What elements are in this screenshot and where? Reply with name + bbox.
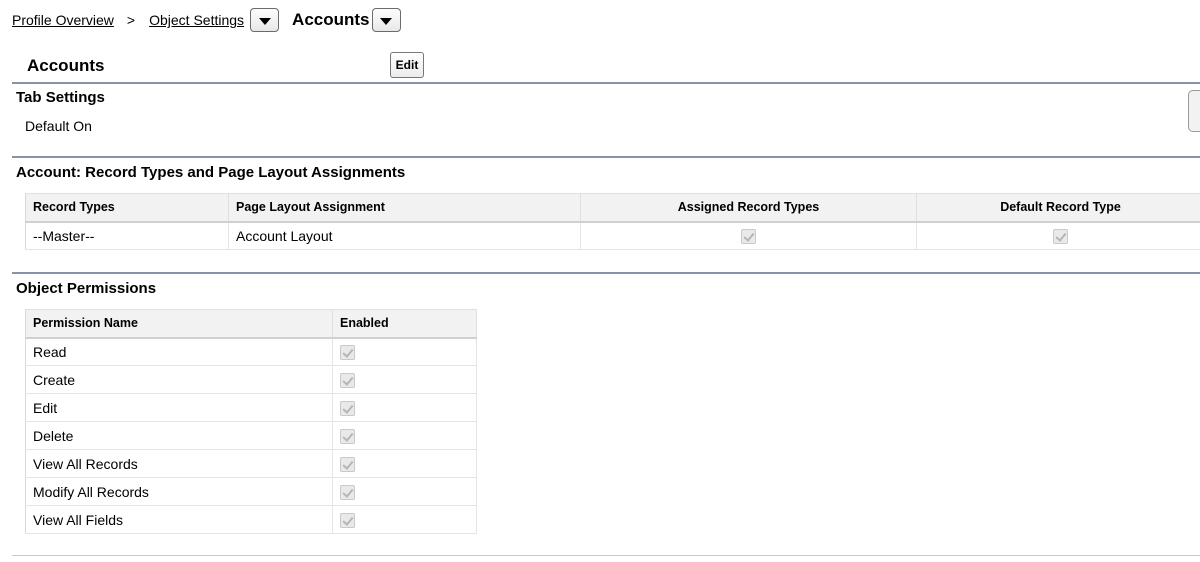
column-header-page-layout: Page Layout Assignment (228, 193, 581, 223)
page-layout-cell: Account Layout (228, 221, 581, 250)
column-header-assigned-record-types: Assigned Record Types (580, 193, 917, 223)
record-types-table: Record Types Page Layout Assignment Assi… (25, 193, 1200, 250)
object-settings-dropdown-button[interactable] (250, 8, 280, 32)
object-permissions-table: Permission Name Enabled Read Create Edit… (25, 309, 477, 534)
page-header: Accounts Edit (12, 52, 1200, 84)
checkbox-checked-disabled-icon (340, 345, 355, 361)
chevron-down-icon (258, 17, 271, 25)
table-row: --Master-- Account Layout (25, 221, 1200, 250)
table-row: Read (25, 337, 477, 366)
scrollbar-handle[interactable] (1188, 90, 1200, 132)
record-types-title: Account: Record Types and Page Layout As… (16, 164, 406, 181)
breadcrumb: Profile Overview > Object Settings Accou… (12, 6, 401, 34)
permission-enabled-cell (332, 365, 477, 394)
column-header-permission-name: Permission Name (25, 309, 333, 339)
checkbox-checked-disabled-icon (741, 229, 756, 245)
checkbox-checked-disabled-icon (340, 484, 355, 500)
edit-button[interactable]: Edit (390, 52, 424, 78)
checkbox-checked-disabled-icon (340, 372, 355, 388)
tab-settings-value: Default On (25, 118, 92, 134)
breadcrumb-current: Accounts (292, 10, 370, 29)
permission-name-cell: View All Fields (25, 505, 333, 534)
column-header-enabled: Enabled (332, 309, 477, 339)
object-permissions-title: Object Permissions (16, 280, 157, 297)
permission-name-cell: Delete (25, 421, 333, 450)
tab-settings-title: Tab Settings (16, 89, 105, 106)
bottom-divider (12, 555, 1200, 556)
permission-enabled-cell (332, 337, 477, 366)
checkbox-checked-disabled-icon (340, 428, 355, 444)
breadcrumb-object-settings-link[interactable]: Object Settings (149, 12, 244, 28)
permission-name-cell: Edit (25, 393, 333, 422)
column-header-record-types: Record Types (25, 193, 229, 223)
accounts-dropdown-button[interactable] (371, 8, 401, 32)
default-record-type-cell (916, 221, 1200, 250)
section-divider (12, 272, 1200, 274)
permission-enabled-cell (332, 393, 477, 422)
assigned-record-type-cell (580, 221, 917, 250)
permission-name-cell: Read (25, 337, 333, 366)
record-type-cell: --Master-- (25, 221, 229, 250)
breadcrumb-separator: > (126, 12, 136, 28)
permission-enabled-cell (332, 505, 477, 534)
permission-name-cell: Modify All Records (25, 477, 333, 506)
table-row: Edit (25, 393, 477, 422)
column-header-default-record-type: Default Record Type (916, 193, 1200, 223)
permission-name-cell: Create (25, 365, 333, 394)
section-divider (12, 156, 1200, 158)
checkbox-checked-disabled-icon (1053, 229, 1068, 245)
breadcrumb-profile-overview-link[interactable]: Profile Overview (12, 12, 114, 28)
checkbox-checked-disabled-icon (340, 512, 355, 528)
checkbox-checked-disabled-icon (340, 456, 355, 472)
table-row: View All Fields (25, 505, 477, 534)
chevron-down-icon (380, 17, 393, 25)
permission-enabled-cell (332, 421, 477, 450)
page-title: Accounts (27, 56, 105, 75)
permission-enabled-cell (332, 449, 477, 478)
permission-name-cell: View All Records (25, 449, 333, 478)
table-row: Modify All Records (25, 477, 477, 506)
table-row: View All Records (25, 449, 477, 478)
checkbox-checked-disabled-icon (340, 400, 355, 416)
permission-enabled-cell (332, 477, 477, 506)
table-row: Delete (25, 421, 477, 450)
table-row: Create (25, 365, 477, 394)
